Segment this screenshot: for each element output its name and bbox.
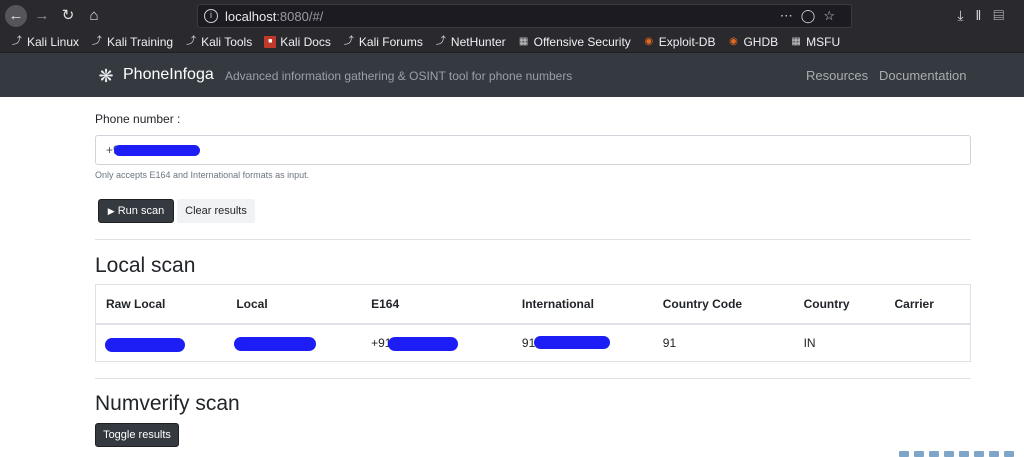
indicator-icon — [1004, 451, 1014, 457]
kali-dragon-icon: ⤴ — [92, 36, 103, 47]
browser-toolbar: ← → ↻ ⌂ i localhost:8080/#/ ⋯◯☆ ⤓‖▤ — [0, 0, 1024, 32]
bookmark-kali-docs[interactable]: ■ Kali Docs — [264, 35, 331, 49]
offsec-icon: ▦ — [518, 36, 529, 47]
phone-number-label: Phone number : — [95, 112, 181, 126]
bookmark-ghdb[interactable]: ◉ GHDB — [727, 35, 778, 49]
toggle-results-button[interactable]: Toggle results — [95, 423, 179, 447]
bookmark-msfu[interactable]: ▦ MSFU — [790, 35, 840, 49]
indicator-icon — [899, 451, 909, 457]
bookmark-nethunter[interactable]: ⤴ NetHunter — [435, 35, 506, 49]
bookmark-kali-forums[interactable]: ⤴ Kali Forums — [343, 35, 423, 49]
phone-input-help: Only accepts E164 and International form… — [95, 170, 310, 180]
table-header-row: Raw Local Local E164 International Count… — [95, 284, 971, 325]
indicator-icon — [944, 451, 954, 457]
divider — [95, 378, 971, 379]
bookmark-offensive-security[interactable]: ▦ Offensive Security — [518, 35, 631, 49]
redaction-mark — [114, 145, 200, 156]
app-navbar: ❋ PhoneInfoga Advanced information gathe… — [0, 52, 1024, 97]
url-host: localhost — [225, 9, 277, 24]
bookmark-kali-linux[interactable]: ⤴ Kali Linux — [11, 35, 79, 49]
clear-results-button[interactable]: Clear results — [177, 199, 255, 223]
redaction-mark — [105, 337, 185, 352]
exploitdb-icon: ◉ — [729, 36, 738, 47]
indicator-icon — [974, 451, 984, 457]
column-header: Carrier — [884, 284, 971, 325]
cell-international: 91 — [512, 324, 653, 362]
kali-dragon-icon: ⤴ — [12, 36, 22, 47]
cell-e164: +91 — [361, 324, 512, 362]
nav-link-documentation[interactable]: Documentation — [879, 68, 966, 83]
back-arrow-icon[interactable]: ← — [5, 5, 27, 27]
bookmark-kali-training[interactable]: ⤴ Kali Training — [91, 35, 173, 49]
cell-local — [226, 324, 361, 362]
kali-docs-icon: ■ — [264, 36, 277, 48]
brand-title[interactable]: PhoneInfoga — [123, 66, 214, 84]
indicator-icon — [959, 451, 969, 457]
column-header: Country Code — [652, 284, 794, 325]
home-icon[interactable]: ⌂ — [83, 5, 105, 27]
divider — [95, 239, 971, 240]
exploitdb-icon: ◉ — [644, 36, 654, 47]
indicator-icon — [914, 451, 924, 457]
kali-dragon-icon: ⤴ — [343, 36, 354, 47]
local-scan-title: Local scan — [95, 254, 196, 277]
indicator-icon — [929, 451, 939, 457]
address-bar[interactable]: i localhost:8080/#/ ⋯◯☆ — [197, 4, 852, 28]
reload-icon[interactable]: ↻ — [57, 5, 79, 27]
bookmarks-bar: ⤴ Kali Linux ⤴ Kali Training ⤴ Kali Tools ■… — [0, 32, 1024, 52]
nav-link-resources[interactable]: Resources — [806, 68, 868, 83]
cell-country: IN — [803, 335, 816, 350]
bookmark-label: GHDB — [743, 35, 779, 49]
redaction-mark — [388, 336, 459, 351]
run-scan-button[interactable]: ▶ Run scan — [98, 199, 174, 223]
page-actions-icons[interactable]: ⋯◯☆ — [780, 8, 843, 24]
bookmark-exploit-db[interactable]: ◉ Exploit-DB — [643, 35, 716, 49]
url-path: :8080/#/ — [276, 9, 324, 24]
offsec-icon: ▦ — [791, 36, 801, 47]
cell-raw-local — [96, 324, 227, 362]
bookmark-label: Kali Docs — [280, 35, 331, 49]
redaction-mark — [234, 336, 317, 351]
site-info-icon[interactable]: i — [204, 9, 218, 23]
cell-country-code: 91 — [662, 335, 677, 350]
redaction-mark — [533, 335, 610, 349]
kali-dragon-icon: ⤴ — [186, 36, 197, 47]
bookmark-kali-tools[interactable]: ⤴ Kali Tools — [185, 35, 252, 49]
bookmark-label: MSFU — [806, 35, 841, 49]
play-icon: ▶ — [107, 206, 115, 216]
taskbar-indicators — [899, 451, 1014, 457]
numverify-scan-title: Numverify scan — [95, 392, 240, 415]
forward-arrow-icon[interactable]: → — [31, 5, 53, 27]
cell-carrier — [885, 324, 971, 362]
table-row: +91 91 91 IN — [96, 324, 971, 362]
bookmark-label: Kali Tools — [201, 35, 253, 49]
brand-tagline: Advanced information gathering & OSINT t… — [225, 69, 573, 83]
bookmark-label: Offensive Security — [533, 35, 631, 49]
bookmark-label: Kali Forums — [358, 35, 423, 49]
kali-dragon-icon: ⤴ — [435, 36, 446, 47]
phone-number-input[interactable]: +9 — [95, 135, 971, 165]
indicator-icon — [989, 451, 999, 457]
column-header: International — [511, 284, 653, 325]
url-text: localhost:8080/#/ — [225, 9, 323, 24]
bookmark-label: Kali Training — [107, 35, 174, 49]
bookmark-label: Exploit-DB — [658, 35, 716, 49]
column-header: Local — [226, 284, 362, 325]
bookmark-label: Kali Linux — [27, 35, 80, 49]
column-header: E164 — [361, 284, 512, 325]
column-header: Raw Local — [95, 284, 227, 325]
bookmark-label: NetHunter — [450, 35, 506, 49]
library-icons[interactable]: ⤓‖▤ — [957, 7, 1016, 24]
local-scan-table: Raw Local Local E164 International Count… — [95, 284, 971, 362]
run-scan-label: Run scan — [117, 205, 165, 217]
fingerprint-icon: ❋ — [98, 66, 114, 86]
column-header: Country — [793, 284, 885, 325]
